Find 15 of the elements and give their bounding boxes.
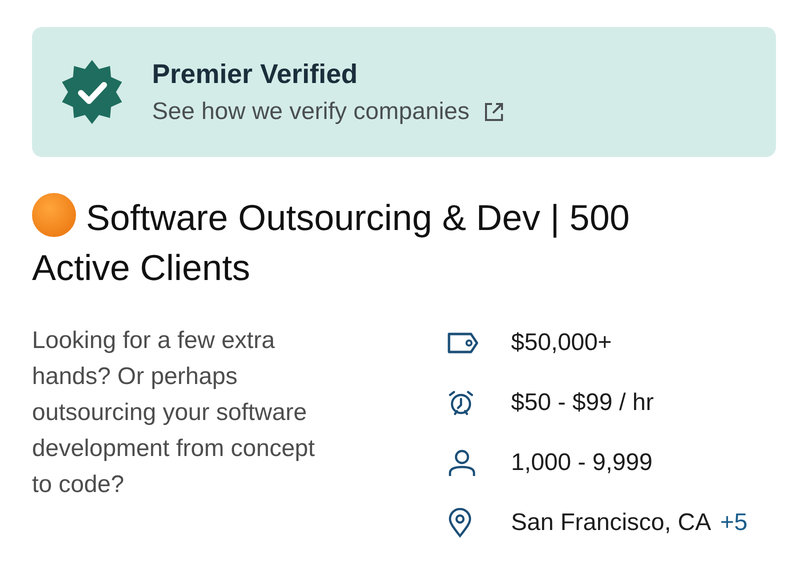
external-link-icon [483,100,506,122]
verification-title: Premier Verified [152,58,359,90]
more-locations-link[interactable]: +5 [720,509,748,537]
budget-text: $50,000+ [511,329,612,357]
alarm-clock-icon [447,389,475,417]
person-icon [447,448,477,478]
location-pin-icon [447,508,473,538]
location-text: San Francisco, CA [511,509,712,537]
price-tag-icon [447,331,479,355]
hourly-rate-text: $50 - $99 / hr [511,389,654,417]
listing-title: Software Outsourcing & Dev | 500 Active Clients [32,193,712,293]
verification-link[interactable]: See how we verify companies [152,98,506,126]
employee-count-text: 1,000 - 9,999 [511,449,652,477]
listing-description: Looking for a few extra hands? Or perhaps outsourcing your software development from concept to code? [32,326,316,500]
circle-icon [32,193,76,237]
